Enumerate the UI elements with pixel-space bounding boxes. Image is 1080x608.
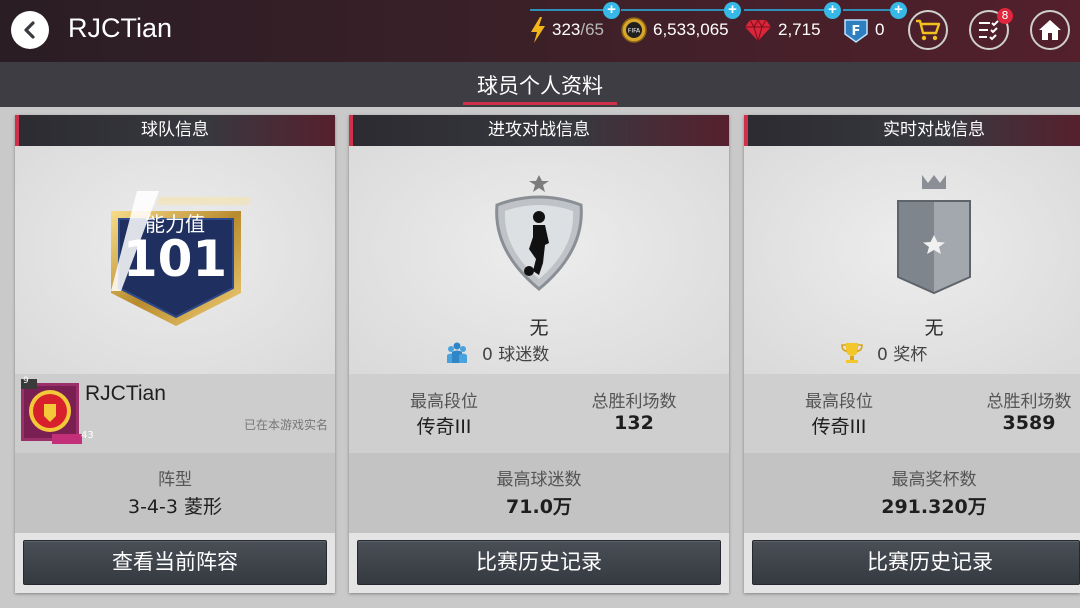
formation-label: 阵型 xyxy=(158,470,192,490)
club-level: 43 xyxy=(81,430,94,441)
coins-value: 6,533,065 xyxy=(653,20,729,39)
coin-logo-text: FIFA xyxy=(628,28,641,35)
attack-max-fans-row: 最高球迷数 71.0万 xyxy=(349,453,729,533)
fans-stat-value: 0 球迷数 xyxy=(482,345,550,365)
attack-stats-row: 最高段位 传奇III 总胜利场数 132 xyxy=(349,374,729,453)
back-button[interactable] xyxy=(11,11,49,49)
live-match-history-button[interactable]: 比赛历史记录 xyxy=(752,540,1080,585)
team-info-title: 球队信息 xyxy=(141,120,209,140)
max-trophies-value: 291.320万 xyxy=(881,496,987,518)
home-button[interactable] xyxy=(1030,10,1070,50)
live-best-rank-value: 传奇III xyxy=(811,416,867,438)
attack-total-wins-label: 总胜利场数 xyxy=(591,392,677,412)
attack-match-history-button[interactable]: 比赛历史记录 xyxy=(357,540,721,585)
energy-value: 323 xyxy=(552,20,581,39)
fifa-points-value: 0 xyxy=(875,20,885,39)
page-title-underline xyxy=(463,102,617,105)
trophy-icon xyxy=(841,342,863,363)
energy-max: /65 xyxy=(580,20,605,39)
attack-mode-title: 进攻对战信息 xyxy=(488,120,590,140)
live-mode-title: 实时对战信息 xyxy=(883,120,985,140)
energy-counter[interactable]: 323/65 + xyxy=(530,2,620,46)
coins-counter[interactable]: FIFA 6,533,065 + xyxy=(621,2,741,46)
live-rank-name: 无 xyxy=(924,317,944,339)
live-total-wins-label: 总胜利场数 xyxy=(986,392,1072,412)
attack-mode-panel: 进攻对战信息 无 0 球迷数 最高段位 传奇III 总胜利场数 132 最高球迷… xyxy=(349,115,729,593)
page-title: 球员个人资料 xyxy=(477,74,603,98)
gem-icon xyxy=(744,18,772,42)
live-mode-header: 实时对战信息 xyxy=(744,115,1080,146)
store-button[interactable] xyxy=(908,10,948,50)
max-trophies-label: 最高奖杯数 xyxy=(891,470,977,490)
crown-shield-icon xyxy=(897,175,971,295)
team-info-panel: 球队信息 能力值 101 9 43 RJCTian 已在本游戏实名 阵型 3-4… xyxy=(15,115,335,593)
svg-text:F: F xyxy=(852,24,861,39)
live-best-rank-label: 最高段位 xyxy=(805,392,873,412)
verified-text: 已在本游戏实名 xyxy=(243,418,328,432)
tasks-button[interactable]: 8 xyxy=(969,8,1013,50)
live-stats-row: 最高段位 传奇III 总胜利场数 3589 xyxy=(744,374,1080,453)
team-name: RJCTian xyxy=(85,382,166,405)
formation-value: 3-4-3 菱形 xyxy=(127,496,223,518)
attack-total-wins-value: 132 xyxy=(614,412,654,434)
tasks-badge: 8 xyxy=(997,8,1013,24)
tasks-icon xyxy=(979,20,999,41)
home-icon xyxy=(1039,20,1061,40)
page-title-bar: 球员个人资料 xyxy=(0,62,1080,107)
player-name: RJCTian xyxy=(68,13,173,43)
add-coins-button[interactable]: + xyxy=(724,2,741,19)
trophy-stat: 0 奖杯 xyxy=(839,340,927,365)
fans-stat: 0 球迷数 xyxy=(444,340,549,365)
rating-area: 能力值 101 xyxy=(15,146,335,374)
cart-icon xyxy=(916,19,941,41)
attack-best-rank-value: 传奇III xyxy=(416,416,472,438)
live-max-trophies-row: 最高奖杯数 291.320万 xyxy=(744,453,1080,533)
team-identity-row: 9 43 RJCTian 已在本游戏实名 xyxy=(15,374,335,453)
top-bar: RJCTian 323/65 + FIFA 6,533,065 + 2,715 … xyxy=(0,0,1080,62)
live-total-wins-value: 3589 xyxy=(1002,412,1056,434)
rating-value: 101 xyxy=(122,230,228,288)
coin-icon: FIFA xyxy=(621,17,647,43)
fifa-points-counter[interactable]: F 0 + xyxy=(843,2,907,46)
attack-best-rank-label: 最高段位 xyxy=(410,392,478,412)
back-icon xyxy=(24,21,35,39)
max-fans-label: 最高球迷数 xyxy=(496,470,582,490)
attack-rank-name: 无 xyxy=(529,317,549,339)
live-rank-area: 无 0 奖杯 xyxy=(744,146,1080,374)
silver-shield-icon xyxy=(495,175,583,291)
team-level: 9 xyxy=(23,376,29,386)
live-mode-panel: 实时对战信息 无 0 奖杯 最高段位 传奇III 总胜利场数 3589 最高奖杯… xyxy=(744,115,1080,593)
add-energy-button[interactable]: + xyxy=(603,2,620,19)
attack-mode-header: 进攻对战信息 xyxy=(349,115,729,146)
gems-value: 2,715 xyxy=(778,20,821,39)
gems-counter[interactable]: 2,715 + xyxy=(744,2,841,46)
team-info-header: 球队信息 xyxy=(15,115,335,146)
view-squad-button[interactable]: 查看当前阵容 xyxy=(23,540,327,585)
add-gems-button[interactable]: + xyxy=(824,2,841,19)
formation-row: 阵型 3-4-3 菱形 xyxy=(15,453,335,533)
trophy-stat-value: 0 奖杯 xyxy=(877,345,928,365)
fans-icon xyxy=(447,342,467,363)
energy-icon xyxy=(530,17,546,43)
club-crest-icon xyxy=(21,379,82,444)
add-fifa-points-button[interactable]: + xyxy=(890,2,907,19)
attack-rank-area: 无 0 球迷数 xyxy=(349,146,729,374)
max-fans-value: 71.0万 xyxy=(506,496,572,518)
fifa-points-icon: F xyxy=(843,16,869,44)
